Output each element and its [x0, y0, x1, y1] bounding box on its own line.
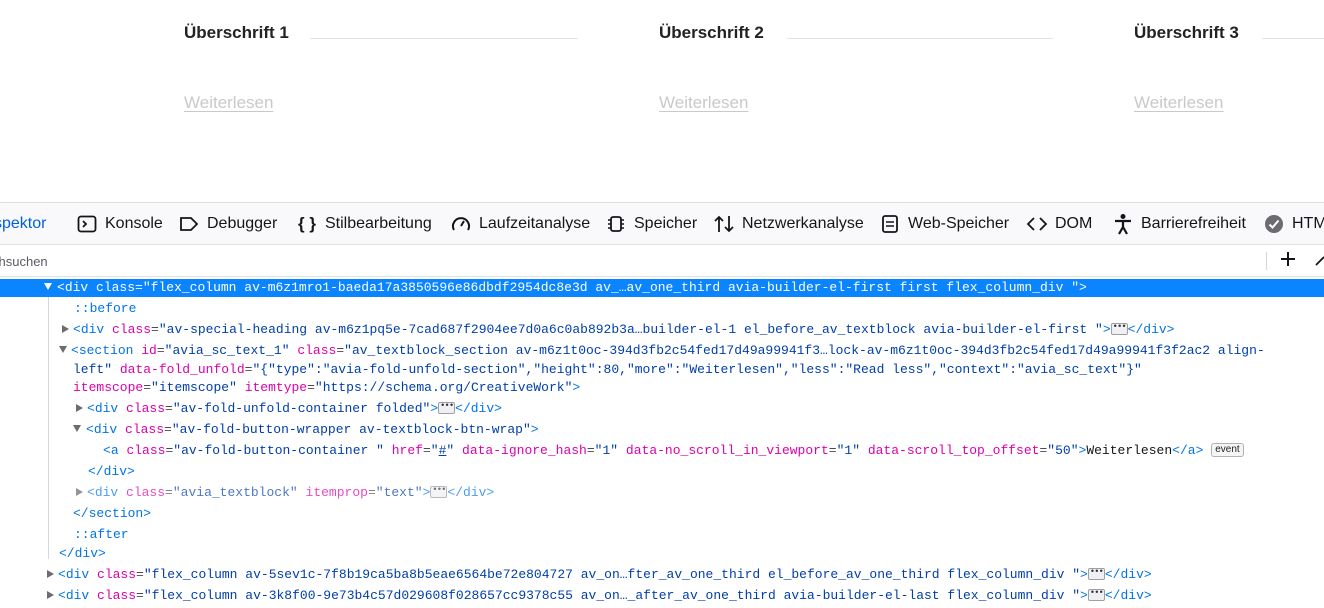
debugger-icon: [178, 213, 200, 235]
tab-label: Netzwerkanalyse: [742, 215, 864, 232]
tree-node[interactable]: <section id="avia_sc_text_1" class="av_t…: [0, 342, 1324, 360]
heading-column-3: Überschrift 3: [1134, 20, 1239, 46]
arrows-updown-icon: [713, 213, 735, 235]
tab-style-editor[interactable]: { } Stilbearbeitung: [296, 203, 432, 244]
tree-node[interactable]: <a class="av-fold-button-container " hre…: [0, 442, 1324, 460]
braces-icon: { }: [298, 214, 316, 233]
tab-label: Speicher: [634, 215, 698, 232]
eyedropper-button[interactable]: [1310, 249, 1324, 273]
tree-node-close[interactable]: </div>: [0, 545, 1324, 563]
tree-node-continuation: left" data-fold_unfold="{"type":"avia-fo…: [73, 362, 1142, 377]
devtools-toolbar: spektor Konsole Debugger { } Stilbearbei…: [0, 202, 1324, 245]
markup-tree: <div class="flex_column av-m6z1mro1-baed…: [0, 277, 1324, 608]
tree-node[interactable]: <div class="av-fold-unfold-container fol…: [0, 400, 1324, 418]
storage-icon: [879, 213, 901, 235]
tab-label: Web-Speicher: [908, 215, 1010, 232]
ellipsis-icon[interactable]: •••: [438, 401, 456, 414]
search-input[interactable]: [0, 250, 900, 272]
tab-label: DOM: [1055, 215, 1093, 232]
page-preview: Überschrift 1 Weiterlesen Überschrift 2 …: [0, 0, 1324, 202]
tree-node-selected[interactable]: <div class="flex_column av-m6z1mro1-baed…: [0, 279, 1324, 297]
expand-toggle[interactable]: [76, 487, 83, 496]
tree-node-close[interactable]: </section>: [0, 505, 1324, 523]
heading-text: Überschrift 3: [1134, 23, 1239, 42]
collapse-toggle[interactable]: [73, 425, 81, 433]
expand-toggle[interactable]: [62, 324, 69, 333]
collapse-toggle[interactable]: [44, 283, 52, 291]
expand-toggle[interactable]: [76, 403, 83, 412]
event-badge[interactable]: event: [1211, 442, 1244, 457]
tab-label: HTM: [1292, 215, 1324, 232]
read-more-link-2[interactable]: Weiterlesen: [659, 93, 748, 113]
heading-column-2: Überschrift 2: [659, 20, 764, 46]
tab-label: Stilbearbeitung: [325, 215, 432, 232]
tree-node-continuation: itemscope="itemscope" itemtype="https://…: [73, 380, 581, 395]
tab-debugger[interactable]: Debugger: [178, 203, 278, 244]
tree-node-pseudo[interactable]: ::before: [0, 300, 1324, 318]
memory-chip-icon: [605, 213, 627, 235]
tab-label: Laufzeitanalyse: [479, 215, 591, 232]
tab-console[interactable]: Konsole: [76, 203, 163, 244]
expand-toggle[interactable]: [47, 590, 54, 599]
heading-text: Überschrift 1: [184, 23, 289, 42]
code-brackets-icon: [1026, 213, 1048, 235]
tab-inspector[interactable]: spektor: [0, 203, 47, 244]
tab-accessibility[interactable]: Barrierefreiheit: [1112, 203, 1246, 244]
check-badge-icon: [1263, 213, 1285, 235]
ellipsis-icon[interactable]: •••: [1110, 322, 1128, 335]
console-icon: [76, 213, 98, 235]
heading-column-1: Überschrift 1: [184, 20, 289, 46]
tree-node[interactable]: <div class="flex_column av-5sev1c-7f8b19…: [0, 566, 1324, 584]
tab-label: Barrierefreiheit: [1141, 215, 1246, 232]
tab-storage[interactable]: Web-Speicher: [879, 203, 1010, 244]
plus-icon: [1279, 250, 1297, 273]
tree-node[interactable]: <div class="avia_textblock" itemprop="te…: [0, 484, 1324, 502]
expand-toggle[interactable]: [47, 569, 54, 578]
tab-label: Debugger: [207, 215, 278, 232]
read-more-link-3[interactable]: Weiterlesen: [1134, 93, 1223, 113]
ellipsis-icon[interactable]: •••: [430, 485, 448, 498]
eyedropper-icon: [1314, 251, 1324, 272]
markup-search-bar: [0, 245, 1324, 277]
tree-node-pseudo[interactable]: ::after: [0, 526, 1324, 544]
tab-network[interactable]: Netzwerkanalyse: [713, 203, 864, 244]
gauge-icon: [450, 213, 472, 235]
tab-label: Konsole: [105, 215, 163, 232]
heading-text: Überschrift 2: [659, 23, 764, 42]
ellipsis-icon[interactable]: •••: [1087, 588, 1105, 601]
accessibility-icon: [1112, 213, 1134, 235]
tree-node[interactable]: <div class="av-fold-button-wrapper av-te…: [0, 421, 1324, 439]
tab-label: spektor: [0, 215, 47, 232]
tree-node[interactable]: <div class="flex_column av-3k8f00-9e73b4…: [0, 587, 1324, 605]
collapse-toggle[interactable]: [59, 346, 67, 354]
tab-memory[interactable]: Speicher: [605, 203, 698, 244]
tree-node[interactable]: <div class="av-special-heading av-m6z1pq…: [0, 321, 1324, 339]
tab-html-validator[interactable]: HTM: [1263, 203, 1324, 244]
read-more-link-1[interactable]: Weiterlesen: [184, 93, 273, 113]
tab-performance[interactable]: Laufzeitanalyse: [450, 203, 591, 244]
ellipsis-icon[interactable]: •••: [1087, 567, 1105, 580]
tree-node-close[interactable]: </div>: [0, 463, 1324, 481]
divider: [1266, 252, 1267, 270]
tab-dom[interactable]: DOM: [1026, 203, 1093, 244]
add-node-button[interactable]: [1276, 249, 1300, 273]
